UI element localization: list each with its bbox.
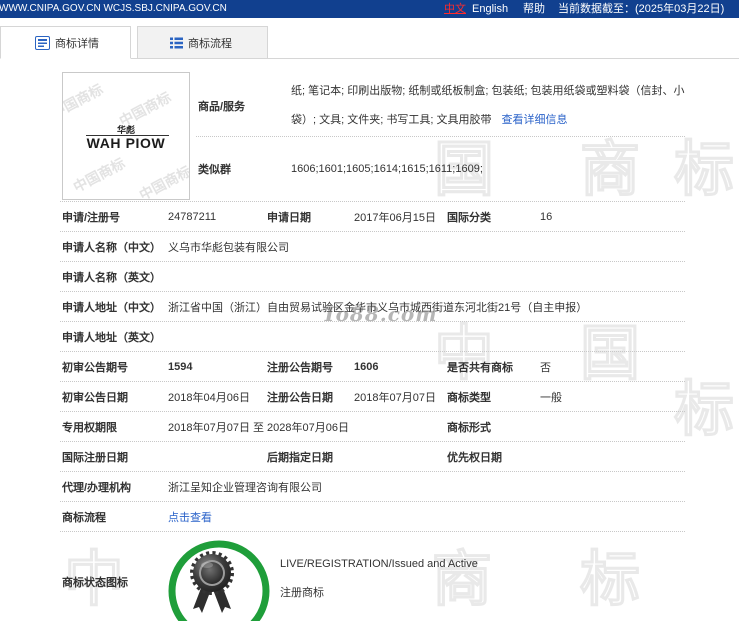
reg-pub-no-label: 注册公告期号 [267, 361, 333, 374]
table-row: 商标流程 点击查看 [60, 502, 685, 532]
logo-english-name: WAH PIOW [86, 135, 166, 151]
document-icon [35, 35, 50, 50]
site-domains: WWW.CNIPA.GOV.CN WCJS.SBJ.CNIPA.GOV.CN [0, 3, 227, 14]
applicant-cn-value: 义乌市华彪包装有限公司 [168, 241, 289, 254]
intl-reg-date-label: 国际注册日期 [62, 451, 128, 464]
image-watermark: 中国商标 [70, 154, 128, 196]
similar-groups-row: 类似群 1606;1601;1605;1614;1615;1611;1609; [196, 138, 685, 200]
data-as-of-date: 当前数据截至：(2025年03月22日) [558, 3, 725, 15]
later-designation-date-label: 后期指定日期 [267, 451, 333, 464]
table-row: 代理/办理机构 浙江呈知企业管理咨询有限公司 [60, 472, 685, 502]
tab-trademark-details[interactable]: 商标详情 [0, 26, 131, 59]
tab-bar: 商标详情 商标流程 [0, 26, 739, 59]
reg-pub-no-value: 1606 [354, 360, 379, 373]
shared-mark-value: 否 [540, 361, 551, 374]
logo-chinese-name: 华彪 [116, 125, 135, 135]
image-watermark: 中国商标 [136, 162, 190, 200]
goods-services-label: 商品/服务 [198, 100, 246, 113]
tab-label: 商标流程 [188, 37, 232, 50]
exclusive-term-value: 2018年07月07日 至 2028年07月06日 [168, 421, 349, 434]
tab-trademark-process[interactable]: 商标流程 [137, 26, 268, 59]
goods-services-row: 商品/服务 纸; 笔记本; 印刷出版物; 纸制或纸板制盒; 包装纸; 包装用纸袋… [196, 75, 685, 137]
goods-services-text: 纸; 笔记本; 印刷出版物; 纸制或纸板制盒; 包装纸; 包装用纸袋或塑料袋（信… [291, 84, 685, 126]
table-row: 初审公告日期 2018年04月06日 注册公告日期 2018年07月07日 商标… [60, 382, 685, 412]
table-row: 申请/注册号 24787211 申请日期 2017年06月15日 国际分类 16 [60, 202, 685, 232]
top-bar: WWW.CNIPA.GOV.CN WCJS.SBJ.CNIPA.GOV.CN 中… [0, 0, 739, 18]
similar-groups-label: 类似群 [198, 164, 231, 176]
prelim-pub-no-label: 初审公告期号 [62, 361, 128, 374]
address-cn-value: 浙江省中国（浙江）自由贸易试验区金华市义乌市城西街道东河北街21号（自主申报） [168, 301, 588, 314]
table-row: 初审公告期号 1594 注册公告期号 1606 是否共有商标 否 [60, 352, 685, 382]
trademark-details-table: 申请/注册号 24787211 申请日期 2017年06月15日 国际分类 16… [60, 201, 685, 532]
table-row: 申请人地址（中文） 浙江省中国（浙江）自由贸易试验区金华市义乌市城西街道东河北街… [60, 292, 685, 322]
view-details-link[interactable]: 查看详细信息 [501, 114, 567, 126]
address-en-label: 申请人地址（英文） [62, 331, 161, 344]
applicant-en-label: 申请人名称（英文） [62, 271, 161, 284]
intl-class-value: 16 [540, 210, 553, 223]
tm-form-label: 商标形式 [447, 421, 491, 434]
table-row: 申请人地址（英文） [60, 322, 685, 352]
trademark-image: 中国商标 中国商标 中国商标 中国商标 华彪 WAH PIOW [62, 72, 190, 200]
table-row: 国际注册日期 后期指定日期 优先权日期 [60, 442, 685, 472]
status-text-en: LIVE/REGISTRATION/Issued and Active [280, 558, 478, 570]
watermark-char: 标 [579, 545, 640, 615]
lang-zh-link[interactable]: 中文 [444, 0, 466, 18]
app-date-value: 2017年06月15日 [354, 211, 436, 224]
reg-pub-date-label: 注册公告日期 [267, 391, 333, 404]
goods-services-value: 纸; 笔记本; 印刷出版物; 纸制或纸板制盒; 包装纸; 包装用纸袋或塑料袋（信… [291, 77, 685, 135]
table-row: 申请人名称（中文） 义乌市华彪包装有限公司 [60, 232, 685, 262]
tab-label: 商标详情 [55, 37, 99, 50]
tm-type-label: 商标类型 [447, 391, 491, 404]
app-date-label: 申请日期 [267, 211, 311, 224]
reg-pub-date-value: 2018年07月07日 [354, 391, 436, 404]
reg-no-label: 申请/注册号 [62, 211, 121, 224]
table-row: 专用权期限 2018年07月07日 至 2028年07月06日 商标形式 [60, 412, 685, 442]
agency-label: 代理/办理机构 [62, 481, 132, 494]
prelim-pub-no-value: 1594 [168, 360, 193, 373]
registered-medal-icon [168, 540, 270, 621]
status-text-cn: 注册商标 [280, 587, 324, 599]
prelim-pub-date-value: 2018年04月06日 [168, 391, 250, 404]
lang-en-link[interactable]: English [472, 0, 508, 18]
address-cn-label: 申请人地址（中文） [62, 301, 161, 314]
shared-mark-label: 是否共有商标 [447, 361, 513, 374]
prelim-pub-date-label: 初审公告日期 [62, 391, 128, 404]
intl-class-label: 国际分类 [447, 211, 491, 224]
agency-value: 浙江呈知企业管理咨询有限公司 [168, 481, 322, 494]
table-row: 申请人名称（英文） [60, 262, 685, 292]
view-process-link[interactable]: 点击查看 [168, 509, 267, 525]
applicant-cn-label: 申请人名称（中文） [62, 241, 161, 254]
status-icon-label: 商标状态图标 [62, 577, 128, 589]
process-label: 商标流程 [62, 511, 106, 524]
help-link[interactable]: 帮助 [523, 0, 545, 18]
similar-groups-value: 1606;1601;1605;1614;1615;1611;1609; [291, 162, 483, 175]
tm-type-value: 一般 [540, 391, 562, 404]
reg-no-value: 24787211 [168, 210, 217, 223]
image-watermark: 中国商标 [62, 80, 106, 122]
exclusive-term-label: 专用权期限 [62, 421, 117, 434]
priority-date-label: 优先权日期 [447, 451, 502, 464]
list-icon [170, 37, 183, 49]
